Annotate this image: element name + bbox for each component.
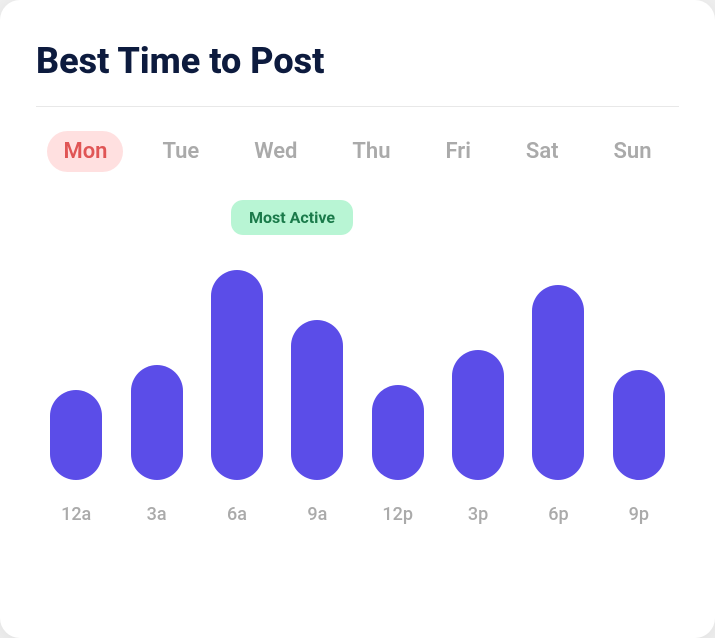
bar-wrapper-3a [116,365,196,480]
days-row: Mon Tue Wed Thu Fri Sat Sun [36,131,679,172]
bar-12a [50,390,102,480]
bar-3a [131,365,183,480]
x-label-6p: 6p [518,504,598,525]
x-label-3p: 3p [438,504,518,525]
x-label-3a: 3a [116,504,196,525]
x-labels: 12a3a6a9a12p3p6p9p [36,504,679,525]
bar-6p [532,285,584,480]
bar-wrapper-9a [277,320,357,480]
best-time-card: Best Time to Post MonTueWedThuFriSatSun … [0,0,715,638]
day-item-mon[interactable]: Mon [47,131,123,172]
chart-area: Most Active 12a3a6a9a12p3p6p9p [36,200,679,525]
page-title: Best Time to Post [36,40,679,82]
bar-wrapper-9p [599,370,679,480]
x-label-12a: 12a [36,504,116,525]
bar-3p [452,350,504,480]
bar-9p [613,370,665,480]
most-active-badge: Most Active [231,200,353,235]
day-item-sat[interactable]: Sat [510,131,575,172]
bar-wrapper-12p [358,385,438,480]
day-item-tue[interactable]: Tue [146,131,215,172]
bars-container [36,210,679,490]
day-item-fri[interactable]: Fri [429,131,486,172]
bar-wrapper-12a [36,390,116,480]
bar-wrapper-3p [438,350,518,480]
bar-9a [291,320,343,480]
bar-6a [211,270,263,480]
bar-12p [372,385,424,480]
bar-wrapper-6a [197,270,277,480]
bar-wrapper-6p [518,285,598,480]
day-item-thu[interactable]: Thu [336,131,406,172]
day-item-wed[interactable]: Wed [238,131,313,172]
x-label-12p: 12p [358,504,438,525]
x-label-9p: 9p [599,504,679,525]
x-label-9a: 9a [277,504,357,525]
x-label-6a: 6a [197,504,277,525]
divider [36,106,679,107]
day-item-sun[interactable]: Sun [598,131,668,172]
